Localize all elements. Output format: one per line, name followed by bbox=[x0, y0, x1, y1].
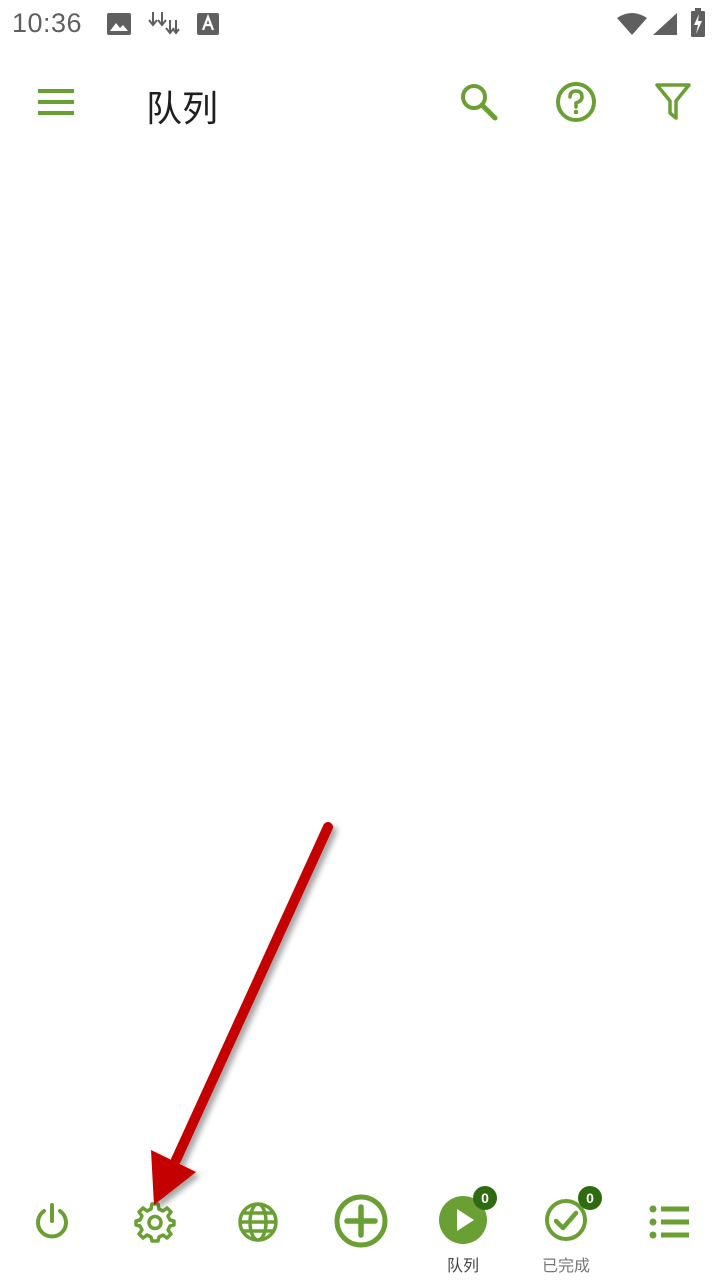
battery-charging-icon bbox=[690, 8, 706, 42]
globe-icon bbox=[237, 1201, 279, 1247]
filter-button[interactable] bbox=[641, 72, 705, 136]
list-button[interactable] bbox=[624, 1194, 714, 1280]
tab-queue[interactable]: 0 队列 bbox=[418, 1186, 508, 1276]
cell-signal-icon bbox=[652, 12, 678, 40]
queue-count-badge: 0 bbox=[473, 1186, 497, 1210]
filter-icon bbox=[655, 82, 691, 126]
completed-count-badge: 0 bbox=[578, 1186, 602, 1210]
tab-completed[interactable]: 0 已完成 bbox=[521, 1186, 611, 1276]
help-icon bbox=[555, 81, 597, 127]
add-download-button[interactable] bbox=[316, 1188, 406, 1274]
tab-completed-label: 已完成 bbox=[541, 1256, 590, 1275]
image-notification-icon bbox=[106, 12, 132, 40]
add-circle-icon bbox=[333, 1193, 389, 1253]
status-time: 10:36 bbox=[12, 8, 83, 38]
settings-button[interactable] bbox=[110, 1194, 200, 1280]
app-bar: 队列 bbox=[0, 60, 720, 150]
search-icon bbox=[459, 82, 499, 126]
list-icon bbox=[648, 1204, 690, 1244]
browser-button[interactable] bbox=[213, 1194, 303, 1280]
power-button[interactable] bbox=[7, 1194, 97, 1280]
search-button[interactable] bbox=[447, 72, 511, 136]
help-button[interactable] bbox=[544, 72, 608, 136]
gear-icon bbox=[134, 1201, 176, 1247]
page-title: 队列 bbox=[146, 89, 219, 130]
status-bar: 10:36 bbox=[0, 0, 720, 50]
wifi-icon bbox=[616, 12, 648, 40]
menu-button[interactable] bbox=[24, 72, 88, 136]
download-arrows-icon bbox=[148, 10, 180, 42]
queue-list bbox=[0, 150, 720, 1180]
menu-icon bbox=[36, 87, 76, 121]
tab-queue-label: 队列 bbox=[446, 1256, 479, 1275]
font-a-icon bbox=[196, 12, 220, 40]
power-icon bbox=[32, 1202, 72, 1246]
bottom-navigation: 0 队列 0 已完成 bbox=[0, 1180, 720, 1280]
